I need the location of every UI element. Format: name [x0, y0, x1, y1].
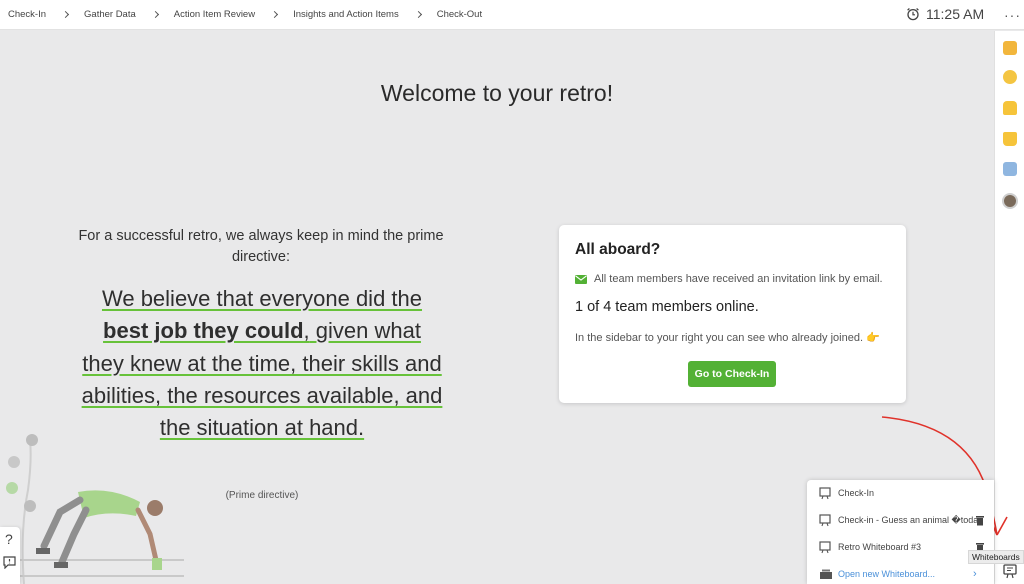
- whiteboards-tooltip: Whiteboards: [968, 550, 1024, 564]
- trash-icon[interactable]: [975, 515, 985, 526]
- invite-status: All team members have received an invita…: [575, 273, 883, 285]
- open-new-whiteboard-item[interactable]: Open new Whiteboard... ›: [807, 561, 994, 584]
- breadcrumb-check-in[interactable]: Check-In: [8, 9, 46, 20]
- breadcrumb: Check-In Gather Data Action Item Review …: [0, 9, 482, 20]
- directive-bold: best job they could: [103, 318, 304, 344]
- whiteboard-label: Retro Whiteboard #3: [838, 542, 922, 552]
- timer[interactable]: 11:25 AM: [906, 6, 984, 22]
- clock-time: 11:25 AM: [926, 6, 985, 22]
- sidebar-hint: In the sidebar to your right you can see…: [575, 332, 880, 344]
- breadcrumb-action-item-review[interactable]: Action Item Review: [174, 9, 255, 20]
- whiteboard-item[interactable]: Check-In: [807, 480, 994, 506]
- whiteboard-item[interactable]: Check-in - Guess an animal �today: [807, 507, 994, 533]
- chevron-right-icon: [414, 10, 422, 19]
- avatar[interactable]: [1002, 193, 1018, 209]
- top-bar: Check-In Gather Data Action Item Review …: [0, 0, 1024, 30]
- whiteboard-menu: Check-In Check-in - Guess an animal �tod…: [807, 480, 994, 584]
- chevron-right-icon: [271, 10, 279, 19]
- breadcrumb-insights[interactable]: Insights and Action Items: [293, 9, 399, 20]
- clipboard-icon[interactable]: [1003, 41, 1017, 55]
- whiteboard-item[interactable]: Retro Whiteboard #3: [807, 534, 994, 560]
- thumbs-down-icon[interactable]: [1003, 132, 1017, 146]
- help-button[interactable]: ?: [5, 531, 13, 547]
- alarm-clock-icon: [907, 8, 919, 21]
- thumbs-up-icon[interactable]: [1003, 101, 1017, 115]
- chevron-right-icon: [61, 10, 70, 19]
- card-title: All aboard?: [575, 241, 661, 258]
- chevron-right-icon: [151, 10, 159, 19]
- online-count: 1 of 4 team members online.: [575, 299, 759, 315]
- stack-icon: [820, 569, 832, 579]
- clap-icon[interactable]: [1003, 70, 1017, 84]
- intro-text: For a successful retro, we always keep i…: [78, 228, 444, 265]
- directive-part-1: We believe that everyone did the: [101, 286, 423, 311]
- whiteboard-icon: [819, 486, 831, 499]
- whiteboard-icon[interactable]: [1003, 564, 1017, 579]
- help-widget: ?: [0, 527, 20, 584]
- prime-directive: We believe that everyone did the best jo…: [80, 283, 444, 444]
- open-new-whiteboard-label: Open new Whiteboard...: [838, 569, 936, 579]
- whiteboard-icon: [819, 540, 831, 553]
- more-menu-button[interactable]: ···: [1004, 7, 1021, 23]
- envelope-icon: [575, 274, 587, 284]
- invite-text: All team members have received an invita…: [594, 273, 883, 285]
- go-to-check-in-button[interactable]: Go to Check-In: [688, 361, 776, 387]
- breadcrumb-gather-data[interactable]: Gather Data: [84, 9, 136, 20]
- skip-forward-icon[interactable]: [1003, 162, 1017, 176]
- whiteboard-label: Check-in - Guess an animal �today: [838, 514, 983, 525]
- feedback-icon[interactable]: [3, 556, 16, 569]
- all-aboard-card: All aboard? All team members have receiv…: [559, 225, 906, 403]
- page-title: Welcome to your retro!: [380, 80, 614, 106]
- exercise-illustration: [6, 434, 184, 584]
- whiteboard-icon: [819, 513, 831, 526]
- chevron-right-icon: ›: [973, 568, 977, 580]
- whiteboard-label: Check-In: [838, 488, 875, 498]
- breadcrumb-check-out[interactable]: Check-Out: [437, 9, 482, 20]
